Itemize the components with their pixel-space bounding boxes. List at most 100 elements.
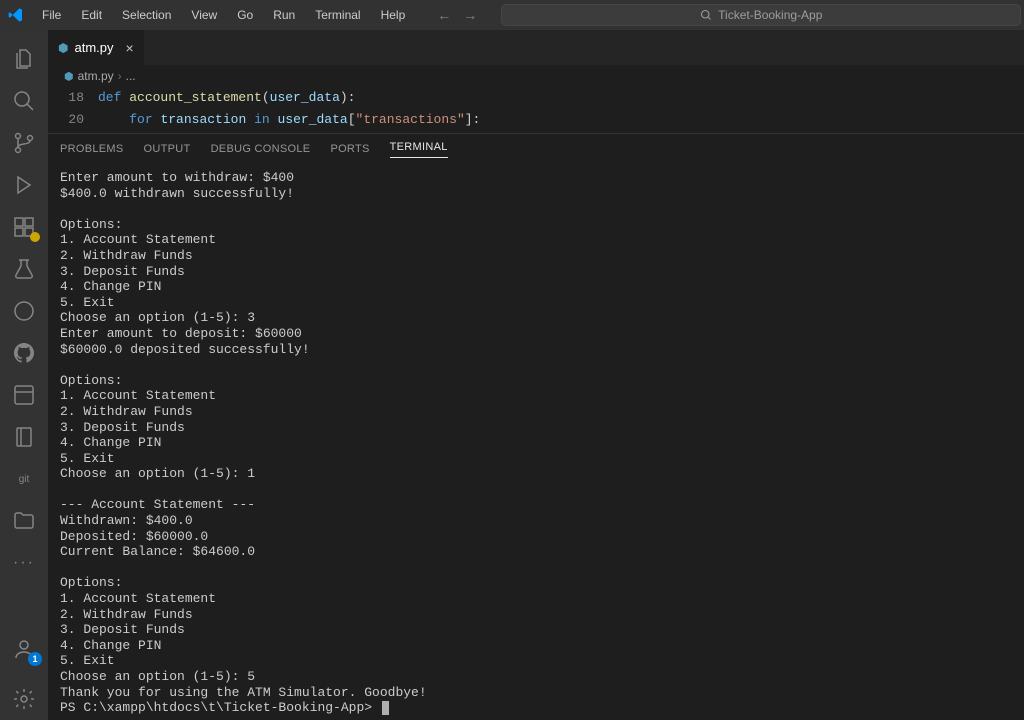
terminal-line: $60000.0 deposited successfully!	[60, 342, 1012, 358]
panel-tab-bar: PROBLEMS OUTPUT DEBUG CONSOLE PORTS TERM…	[48, 134, 1024, 164]
terminal-line: 1. Account Statement	[60, 232, 1012, 248]
terminal-line: 5. Exit	[60, 653, 1012, 669]
terminal-line: Options:	[60, 217, 1012, 233]
python-file-icon: ⬢	[58, 41, 68, 55]
terminal-line: Withdrawn: $400.0	[60, 513, 1012, 529]
terminal-line: 4. Change PIN	[60, 435, 1012, 451]
terminal-line	[60, 357, 1012, 373]
terminal-line: 2. Withdraw Funds	[60, 607, 1012, 623]
activity-folder[interactable]	[0, 500, 48, 542]
activity-search[interactable]	[0, 80, 48, 122]
panel-tab-terminal[interactable]: TERMINAL	[390, 141, 448, 158]
terminal-line: Thank you for using the ATM Simulator. G…	[60, 685, 1012, 701]
activity-item-generic1[interactable]	[0, 374, 48, 416]
code-line[interactable]: def account_statement(user_data):	[98, 87, 480, 109]
terminal-line: 1. Account Statement	[60, 388, 1012, 404]
search-placeholder: Ticket-Booking-App	[718, 8, 822, 22]
tab-label: atm.py	[74, 40, 113, 55]
terminal-line: 5. Exit	[60, 451, 1012, 467]
line-number: 20	[48, 109, 84, 131]
terminal-line: Choose an option (1-5): 3	[60, 310, 1012, 326]
activity-source-control[interactable]	[0, 122, 48, 164]
terminal-line[interactable]: PS C:\xampp\htdocs\t\Ticket-Booking-App>	[60, 700, 1012, 716]
terminal-line: 2. Withdraw Funds	[60, 248, 1012, 264]
code-line[interactable]: for transaction in user_data["transactio…	[98, 109, 480, 131]
terminal-output[interactable]: Enter amount to withdraw: $400$400.0 wit…	[48, 164, 1024, 720]
tab-close-icon[interactable]: ×	[126, 40, 134, 56]
activity-github[interactable]	[0, 332, 48, 374]
terminal-line: 3. Deposit Funds	[60, 420, 1012, 436]
terminal-line	[60, 201, 1012, 217]
circle-icon	[12, 299, 36, 323]
account-badge: 1	[28, 652, 42, 666]
python-file-icon: ⬢	[64, 70, 74, 83]
nav-back-icon[interactable]: ←	[437, 7, 451, 23]
line-number: 18	[48, 87, 84, 109]
command-center-search[interactable]: Ticket-Booking-App	[501, 4, 1021, 26]
terminal-line: 2. Withdraw Funds	[60, 404, 1012, 420]
beaker-icon	[12, 257, 36, 281]
terminal-cursor	[382, 701, 389, 715]
content-area: ⬢ atm.py × ⬢ atm.py › ... 182021 def acc…	[48, 30, 1024, 720]
folder-icon	[12, 509, 36, 533]
ellipsis-icon: ···	[13, 554, 35, 572]
terminal-line: Choose an option (1-5): 1	[60, 466, 1012, 482]
menu-run[interactable]: Run	[265, 0, 303, 30]
terminal-line: Options:	[60, 373, 1012, 389]
layout-icon	[12, 383, 36, 407]
terminal-line: 3. Deposit Funds	[60, 264, 1012, 280]
editor-tab-active[interactable]: ⬢ atm.py ×	[48, 30, 145, 65]
menu-view[interactable]: View	[183, 0, 225, 30]
nav-forward-icon[interactable]: →	[463, 7, 477, 23]
bottom-panel: PROBLEMS OUTPUT DEBUG CONSOLE PORTS TERM…	[48, 133, 1024, 720]
search-icon	[700, 9, 712, 21]
terminal-line: $400.0 withdrawn successfully!	[60, 186, 1012, 202]
terminal-line: Choose an option (1-5): 5	[60, 669, 1012, 685]
menu-edit[interactable]: Edit	[73, 0, 110, 30]
play-bug-icon	[12, 173, 36, 197]
terminal-line: 5. Exit	[60, 295, 1012, 311]
terminal-line: Options:	[60, 575, 1012, 591]
terminal-line: 1. Account Statement	[60, 591, 1012, 607]
terminal-line	[60, 482, 1012, 498]
git-label: git	[19, 474, 30, 485]
terminal-line: Deposited: $60000.0	[60, 529, 1012, 545]
activity-more[interactable]: ···	[0, 542, 48, 584]
terminal-line: Current Balance: $64600.0	[60, 544, 1012, 560]
menu-go[interactable]: Go	[229, 0, 261, 30]
menu-selection[interactable]: Selection	[114, 0, 179, 30]
breadcrumb-ellipsis: ...	[126, 69, 136, 83]
activity-run-debug[interactable]	[0, 164, 48, 206]
branch-icon	[12, 131, 36, 155]
menu-help[interactable]: Help	[373, 0, 414, 30]
activity-item-generic2[interactable]	[0, 416, 48, 458]
activity-bar: git ··· 1	[0, 30, 48, 720]
menu-file[interactable]: File	[34, 0, 69, 30]
title-bar: File Edit Selection View Go Run Terminal…	[0, 0, 1024, 30]
panel-tab-problems[interactable]: PROBLEMS	[60, 143, 124, 155]
panel-tab-output[interactable]: OUTPUT	[144, 143, 191, 155]
menu-terminal[interactable]: Terminal	[307, 0, 368, 30]
terminal-line: 3. Deposit Funds	[60, 622, 1012, 638]
activity-remote[interactable]	[0, 290, 48, 332]
main-area: git ··· 1 ⬢ atm.py × ⬢ atm.py	[0, 30, 1024, 720]
vscode-logo-icon	[8, 7, 24, 23]
activity-accounts[interactable]: 1	[0, 628, 48, 670]
panel-tab-ports[interactable]: PORTS	[330, 143, 369, 155]
activity-testing[interactable]	[0, 248, 48, 290]
gear-icon	[12, 687, 36, 711]
activity-extensions[interactable]	[0, 206, 48, 248]
breadcrumb[interactable]: ⬢ atm.py › ...	[48, 65, 1024, 87]
activity-git-text[interactable]: git	[0, 458, 48, 500]
panel-tab-debug-console[interactable]: DEBUG CONSOLE	[211, 143, 311, 155]
chevron-right-icon: ›	[118, 69, 122, 83]
terminal-line: Enter amount to withdraw: $400	[60, 170, 1012, 186]
terminal-line	[60, 560, 1012, 576]
book-icon	[12, 425, 36, 449]
code-editor[interactable]: 182021 def account_statement(user_data):…	[48, 87, 1024, 133]
terminal-line: 4. Change PIN	[60, 638, 1012, 654]
activity-settings[interactable]	[0, 678, 48, 720]
search-icon	[12, 89, 36, 113]
activity-explorer[interactable]	[0, 38, 48, 80]
breadcrumb-file: atm.py	[78, 69, 114, 83]
